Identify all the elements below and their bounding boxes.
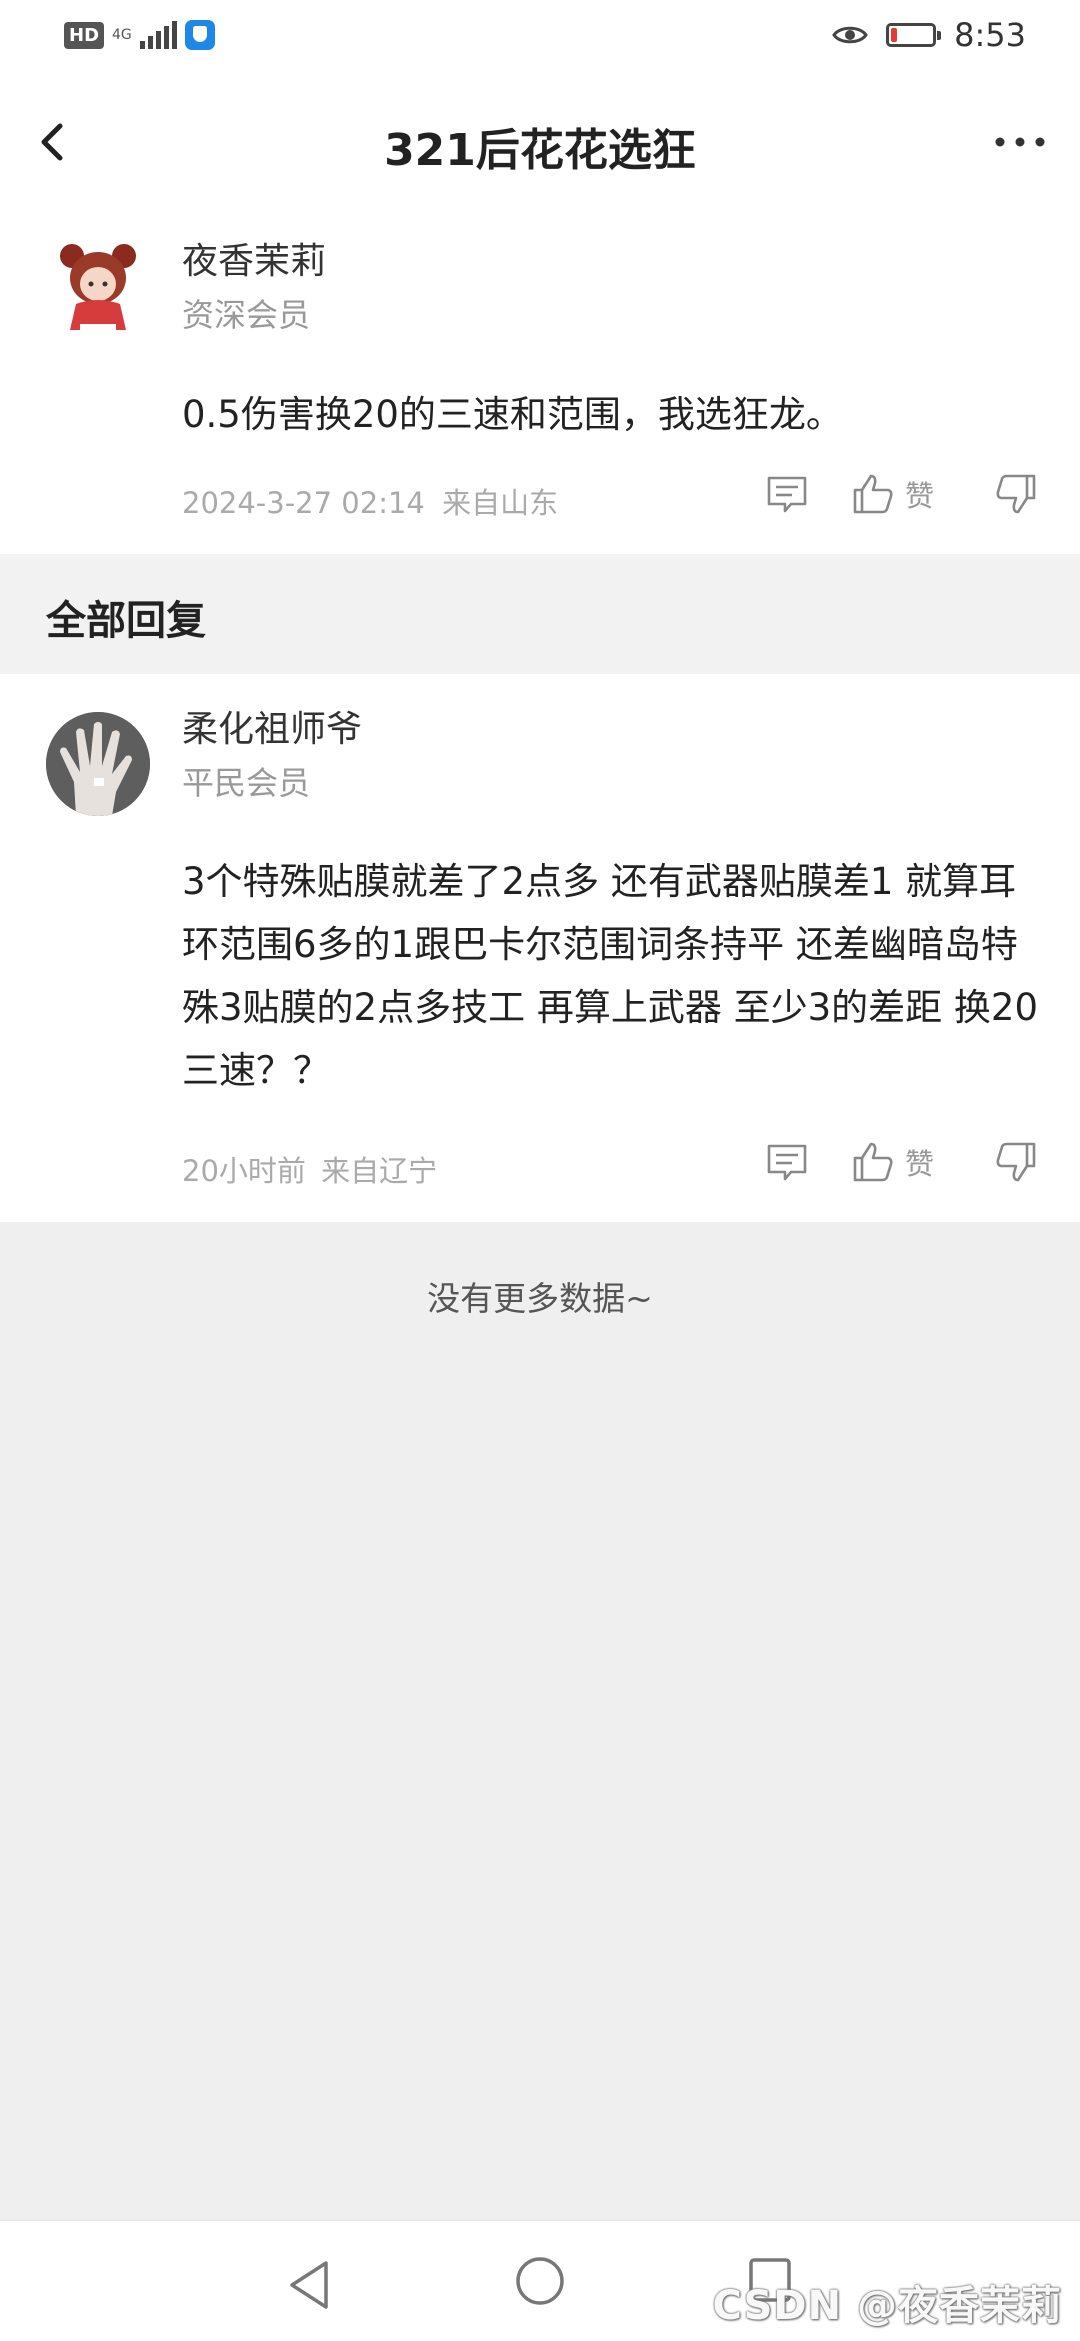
replies-section-header: 全部回复 — [0, 554, 1080, 674]
system-nav-bar: CSDN @夜香茉莉 — [0, 2220, 1080, 2341]
reply-timestamp: 20小时前 — [182, 1154, 306, 1188]
like-label[interactable]: 赞 — [905, 473, 934, 515]
post-meta: 2024-3-27 02:14 来自山东 — [182, 480, 558, 522]
status-right: 8:53 — [832, 16, 1026, 54]
no-more-data-label: 没有更多数据~ — [427, 1279, 653, 1318]
reply-meta: 20小时前 来自辽宁 — [182, 1148, 437, 1190]
original-post: 夜香茉莉 资深会员 0.5伤害换20的三速和范围，我选狂龙。 2024-3-27… — [0, 206, 1080, 554]
comment-icon[interactable] — [763, 1138, 811, 1186]
network-type: 4G — [112, 27, 132, 43]
status-bar: HD 4G 8:53 — [0, 0, 1080, 76]
nav-back-triangle-icon[interactable] — [284, 2257, 334, 2313]
hand-avatar-image — [46, 712, 150, 816]
reply-item: 柔化祖师爷 平民会员 3个特殊贴膜就差了2点多 还有武器贴膜差1 就算耳环范围6… — [0, 674, 1080, 1222]
battery-icon — [886, 23, 942, 47]
avatar[interactable] — [46, 712, 150, 816]
reply-user-rank: 平民会员 — [182, 764, 311, 802]
eye-icon — [832, 26, 868, 44]
post-location: 来自山东 — [442, 486, 559, 520]
reply-username[interactable]: 柔化祖师爷 — [182, 700, 362, 752]
like-label[interactable]: 赞 — [905, 1141, 934, 1183]
signal-icon — [139, 21, 177, 49]
nav-bar: 321后花花选狂 — [0, 76, 1080, 206]
reply-actions: 赞 — [763, 1138, 1040, 1186]
section-title: 全部回复 — [46, 598, 206, 644]
thumbs-up-icon[interactable] — [849, 1138, 897, 1186]
anime-avatar-image — [46, 234, 150, 338]
hd-badge: HD — [64, 21, 105, 49]
watermark: CSDN @夜香茉莉 — [712, 2283, 1062, 2329]
post-content: 0.5伤害换20的三速和范围，我选狂龙。 — [182, 393, 843, 436]
thumbs-down-icon[interactable] — [992, 1138, 1040, 1186]
post-user-rank: 资深会员 — [182, 296, 311, 334]
post-username[interactable]: 夜香茉莉 — [182, 232, 326, 284]
reply-location: 来自辽宁 — [321, 1154, 438, 1188]
status-left: HD 4G — [64, 20, 215, 50]
comment-icon[interactable] — [763, 470, 811, 518]
clock: 8:53 — [954, 16, 1026, 54]
post-actions: 赞 — [763, 470, 1040, 518]
reply-content: 3个特殊贴膜就差了2点多 还有武器贴膜差1 就算耳环范围6多的1跟巴卡尔范围词条… — [182, 860, 1038, 1092]
page-title: 321后花花选狂 — [384, 125, 696, 176]
more-dots-icon[interactable] — [990, 122, 1050, 162]
nav-home-circle-icon[interactable] — [514, 2255, 566, 2307]
thumbs-down-icon[interactable] — [992, 470, 1040, 518]
thumbs-up-icon[interactable] — [849, 470, 897, 518]
shield-icon — [184, 20, 215, 50]
avatar[interactable] — [46, 234, 150, 338]
post-timestamp: 2024-3-27 02:14 — [182, 486, 425, 520]
